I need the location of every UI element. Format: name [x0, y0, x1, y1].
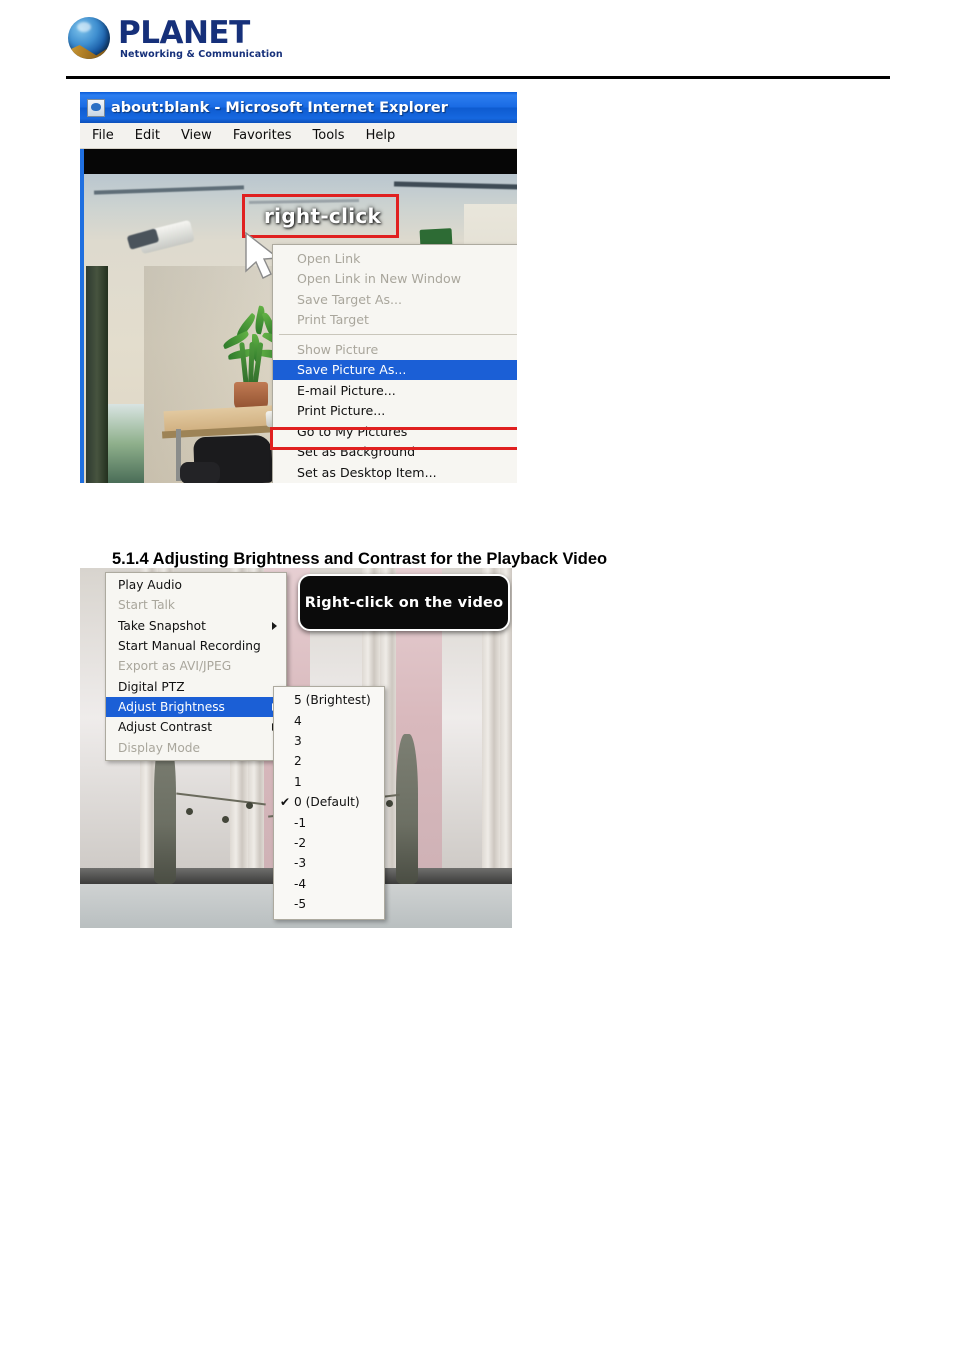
menu-item-set-as-desktop-item[interactable]: Set as Desktop Item... — [273, 462, 517, 483]
brightness-option-minus-3[interactable]: -3 — [274, 853, 384, 873]
menu-item-label: Show Picture — [297, 341, 379, 357]
menu-item-label: Adjust Brightness — [118, 699, 225, 714]
menu-item-label: Take Snapshot — [118, 618, 206, 633]
menu-item-play-audio[interactable]: Play Audio — [106, 575, 286, 595]
menu-help[interactable]: Help — [366, 128, 396, 143]
menu-item-set-as-background[interactable]: Set as Background — [273, 442, 517, 463]
menu-item-label: Print Picture... — [297, 403, 386, 419]
menu-item-label: Go to My Pictures — [297, 423, 408, 439]
menu-item-label: -5 — [294, 897, 307, 912]
menu-item-label: 0 (Default) — [294, 795, 360, 810]
menu-item-label: 3 — [294, 733, 302, 748]
brightness-option-4[interactable]: 4 — [274, 710, 384, 730]
submenu-arrow-icon — [272, 621, 277, 630]
menu-item-print-target[interactable]: Print Target — [273, 310, 517, 331]
ie-window: about:blank - Microsoft Internet Explore… — [80, 92, 517, 483]
menu-item-open-link-new-window[interactable]: Open Link in New Window — [273, 269, 517, 290]
brightness-option-minus-2[interactable]: -2 — [274, 833, 384, 853]
brightness-option-minus-4[interactable]: -4 — [274, 874, 384, 894]
menu-item-save-target-as[interactable]: Save Target As... — [273, 289, 517, 310]
menu-tools[interactable]: Tools — [313, 128, 345, 143]
figure-playback-screenshot: Play Audio Start Talk Take Snapshot Star… — [80, 568, 512, 928]
menu-item-label: Adjust Contrast — [118, 720, 213, 735]
brand-tagline: Networking & Communication — [120, 49, 283, 60]
page-title: 5.1.4 Adjusting Brightness and Contrast … — [112, 550, 608, 568]
menu-item-export-as-avi-jpeg[interactable]: Export as AVI/JPEG — [106, 656, 286, 676]
menu-item-print-picture[interactable]: Print Picture... — [273, 401, 517, 422]
menu-item-label: Set as Desktop Item... — [297, 464, 437, 480]
menu-item-label: Digital PTZ — [118, 679, 185, 694]
brightness-option-minus-5[interactable]: -5 — [274, 894, 384, 914]
menu-item-start-talk[interactable]: Start Talk — [106, 595, 286, 615]
menu-item-label: Open Link in New Window — [297, 271, 462, 287]
menu-item-label: Play Audio — [118, 578, 182, 593]
menu-item-save-picture-as[interactable]: Save Picture As... — [273, 359, 517, 380]
menu-view[interactable]: View — [181, 128, 212, 143]
menu-item-go-to-my-pictures[interactable]: Go to My Pictures — [273, 421, 517, 442]
planet-logo: PLANET Networking & Communication — [68, 12, 368, 62]
menu-item-label: -2 — [294, 835, 307, 850]
brightness-option-3[interactable]: 3 — [274, 731, 384, 751]
checkmark-icon: ✔ — [280, 795, 291, 810]
menu-item-label: -3 — [294, 856, 307, 871]
ie-context-menu[interactable]: Open Link Open Link in New Window Save T… — [272, 244, 517, 483]
menu-item-label: -4 — [294, 876, 307, 891]
menu-item-digital-ptz[interactable]: Digital PTZ — [106, 676, 286, 696]
menu-edit[interactable]: Edit — [135, 128, 160, 143]
menu-item-label: Print Target — [297, 312, 369, 328]
menu-item-label: 1 — [294, 774, 302, 789]
brightness-option-2[interactable]: 2 — [274, 751, 384, 771]
playback-context-menu[interactable]: Play Audio Start Talk Take Snapshot Star… — [105, 572, 287, 761]
menu-item-label: 4 — [294, 713, 302, 728]
menu-item-adjust-contrast[interactable]: Adjust Contrast — [106, 717, 286, 737]
menu-item-label: E-mail Picture... — [297, 382, 396, 398]
menu-item-display-mode[interactable]: Display Mode — [106, 737, 286, 757]
menu-item-label: Save Target As... — [297, 291, 403, 307]
menu-item-label: Start Manual Recording — [118, 639, 261, 654]
window-title: about:blank - Microsoft Internet Explore… — [111, 99, 448, 116]
brightness-option-1[interactable]: 1 — [274, 772, 384, 792]
menu-favorites[interactable]: Favorites — [233, 128, 292, 143]
brand-name: PLANET — [118, 15, 250, 51]
ie-client-area: right-click Open Link Open Link in New W… — [80, 149, 517, 483]
menu-item-take-snapshot[interactable]: Take Snapshot — [106, 616, 286, 636]
ie-menu-bar: File Edit View Favorites Tools Help — [80, 123, 517, 149]
menu-item-label: Set as Background — [297, 444, 416, 460]
menu-item-open-link[interactable]: Open Link — [273, 248, 517, 269]
header-divider — [66, 76, 890, 79]
menu-item-adjust-brightness[interactable]: Adjust Brightness — [106, 696, 286, 718]
menu-item-label: Start Talk — [118, 598, 175, 613]
planet-globe-icon — [68, 17, 110, 59]
figure-ie-screenshot: about:blank - Microsoft Internet Explore… — [80, 92, 517, 483]
right-click-annotation-label: right-click — [264, 204, 382, 228]
menu-separator — [279, 334, 517, 335]
menu-item-label: Open Link — [297, 250, 361, 266]
menu-file[interactable]: File — [92, 128, 114, 143]
brightness-option-minus-1[interactable]: -1 — [274, 812, 384, 832]
menu-item-label: 5 (Brightest) — [294, 693, 371, 708]
right-click-callout: Right-click on the video — [298, 574, 510, 631]
menu-item-label: -1 — [294, 815, 307, 830]
ie-page-icon — [87, 98, 105, 117]
menu-item-email-picture[interactable]: E-mail Picture... — [273, 380, 517, 401]
menu-item-label: 2 — [294, 754, 302, 769]
brightness-option-0-default[interactable]: ✔ 0 (Default) — [274, 792, 384, 812]
menu-item-start-manual-recording[interactable]: Start Manual Recording — [106, 636, 286, 656]
menu-item-label: Save Picture As... — [297, 362, 407, 378]
brightness-submenu[interactable]: 5 (Brightest) 4 3 2 1 ✔ 0 (Default) -1 -… — [273, 686, 385, 921]
menu-item-show-picture[interactable]: Show Picture — [273, 339, 517, 360]
menu-item-label: Export as AVI/JPEG — [118, 659, 232, 674]
brightness-option-5[interactable]: 5 (Brightest) — [274, 690, 384, 710]
menu-item-label: Display Mode — [118, 740, 201, 755]
video-letterbox-band — [84, 149, 517, 174]
right-click-callout-label: Right-click on the video — [304, 594, 504, 611]
ie-title-bar: about:blank - Microsoft Internet Explore… — [80, 92, 517, 123]
